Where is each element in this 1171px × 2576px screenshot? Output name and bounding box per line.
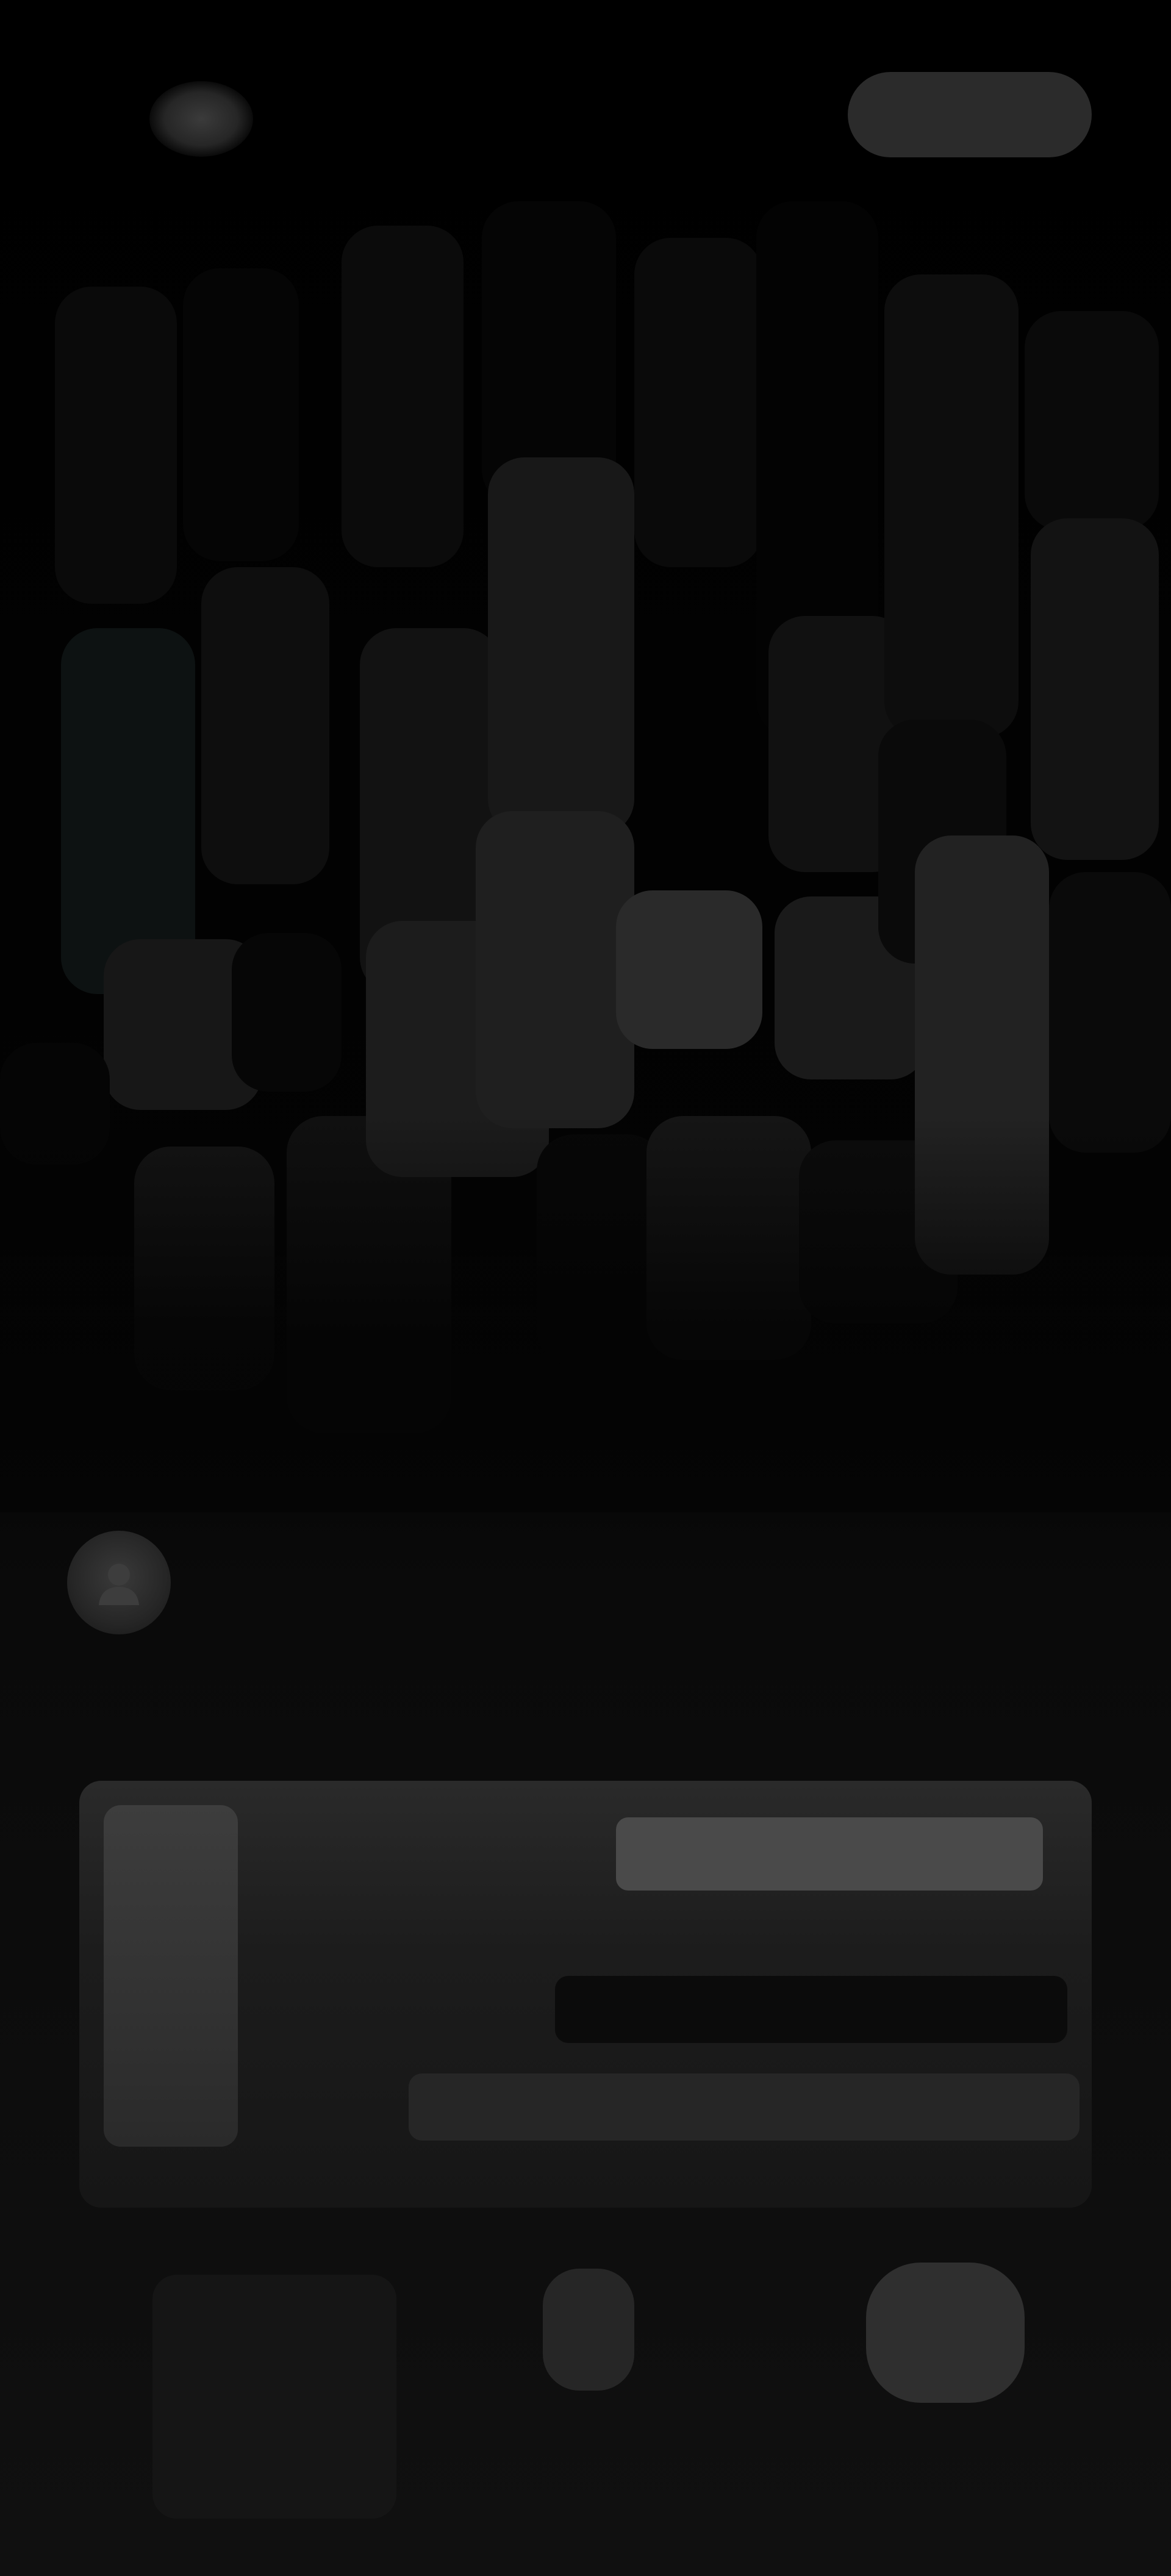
- hero-tile: [232, 933, 342, 1092]
- hero-tile: [488, 457, 634, 835]
- bottom-action-button[interactable]: [866, 2263, 1025, 2403]
- hero-tile: [1031, 518, 1159, 860]
- hero-tile: [55, 287, 177, 604]
- hero-mosaic: [0, 201, 1171, 1512]
- hero-tile: [1049, 872, 1171, 1153]
- hero-tile: [634, 238, 762, 567]
- card-thumbnail: [104, 1805, 238, 2147]
- hero-tile: [476, 811, 634, 1128]
- logo-mark: [149, 81, 253, 157]
- hero-tile: [1025, 311, 1159, 531]
- hero-tile: [183, 268, 299, 561]
- card-title: [616, 1817, 1043, 1891]
- bottom-section: [0, 2226, 1171, 2576]
- header-cta-button[interactable]: [848, 72, 1092, 157]
- avatar-glyph: [99, 1564, 139, 1605]
- hero-tile: [616, 890, 762, 1049]
- hero-tile: [342, 226, 464, 567]
- feature-card[interactable]: [79, 1781, 1092, 2208]
- app-icon[interactable]: [543, 2269, 634, 2391]
- bottom-panel: [152, 2275, 396, 2519]
- intro-row: [67, 1506, 1104, 1708]
- card-strip: [555, 1976, 1067, 2043]
- page: [0, 0, 1171, 2576]
- hero-tile: [884, 274, 1019, 738]
- hero-fade: [0, 1116, 1171, 1512]
- site-header: [0, 0, 1171, 201]
- card-caption: [409, 2073, 1080, 2141]
- hero-tile: [201, 567, 329, 884]
- user-avatar-icon: [67, 1531, 171, 1634]
- brand-logo-icon[interactable]: [143, 73, 259, 165]
